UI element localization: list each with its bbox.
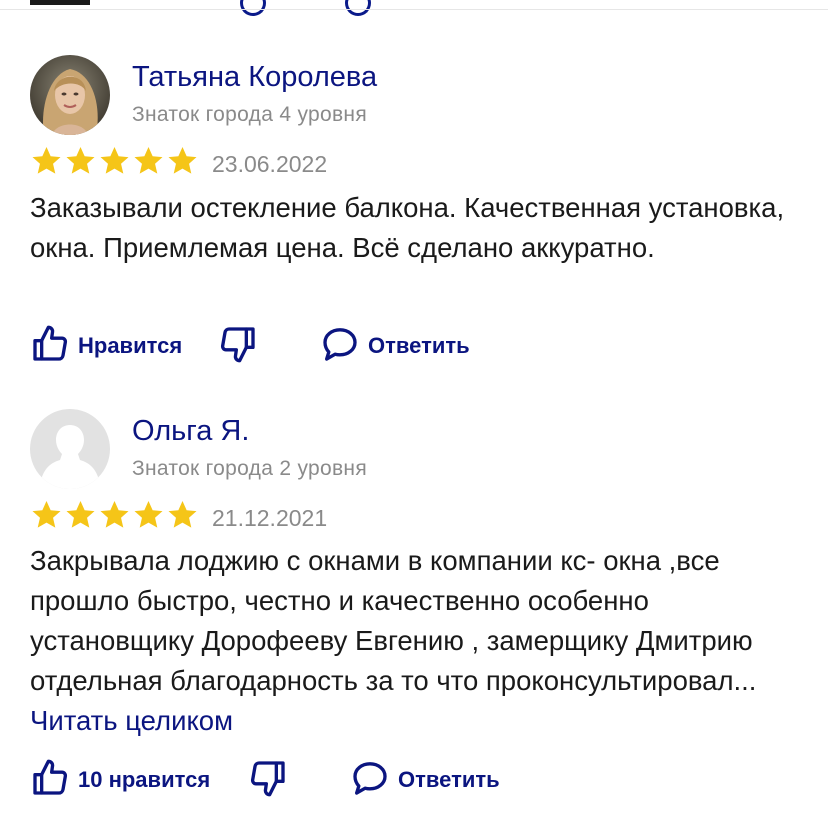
review-body: Заказывали остекление балкона. Качествен… [30, 192, 785, 263]
star-icon [98, 499, 131, 531]
tab-indicator [30, 0, 90, 5]
star-icon [132, 145, 165, 177]
author-level: Знаток города 4 уровня [132, 103, 367, 126]
star-icon [30, 145, 63, 177]
author-name[interactable]: Татьяна Королева [132, 61, 377, 94]
star-icon [64, 499, 97, 531]
read-more-link[interactable]: Читать целиком [30, 705, 233, 736]
partial-dislike-icon [240, 0, 266, 16]
default-avatar-icon[interactable] [30, 409, 110, 489]
review-text: Заказывали остекление балкона. Качествен… [30, 188, 820, 268]
comment-icon [320, 324, 360, 369]
star-icon [98, 145, 131, 177]
reply-button[interactable]: Ответить [320, 326, 470, 366]
reply-label: Ответить [398, 767, 500, 792]
like-label: 10 нравится [78, 767, 211, 792]
star-icon [64, 145, 97, 177]
thumbs-down-icon [248, 758, 288, 803]
author-level: Знаток города 2 уровня [132, 457, 367, 480]
thumbs-up-icon [30, 758, 70, 803]
like-button[interactable]: 10 нравится [30, 758, 211, 803]
star-icon [30, 499, 63, 531]
reply-button[interactable]: Ответить [350, 760, 500, 800]
star-icon [132, 499, 165, 531]
divider [0, 9, 828, 10]
review-body: Закрывала лоджию с окнами в компании кс-… [30, 545, 757, 696]
partial-reply-icon [345, 0, 371, 16]
reply-label: Ответить [368, 333, 470, 358]
review-date: 21.12.2021 [212, 505, 328, 531]
user-photo-icon[interactable] [30, 55, 110, 135]
star-rating [30, 499, 199, 531]
like-button[interactable]: Нравится [30, 324, 183, 369]
review-date: 23.06.2022 [212, 151, 328, 177]
star-rating [30, 145, 199, 177]
thumbs-up-icon [30, 324, 70, 369]
author-name[interactable]: Ольга Я. [132, 415, 249, 448]
dislike-button[interactable] [218, 326, 258, 366]
comment-icon [350, 758, 390, 803]
top-strip [0, 0, 828, 16]
thumbs-down-icon [218, 324, 258, 369]
star-icon [166, 499, 199, 531]
star-icon [166, 145, 199, 177]
dislike-button[interactable] [248, 760, 288, 800]
like-label: Нравится [78, 333, 183, 358]
review-text: Закрывала лоджию с окнами в компании кс-… [30, 541, 820, 741]
